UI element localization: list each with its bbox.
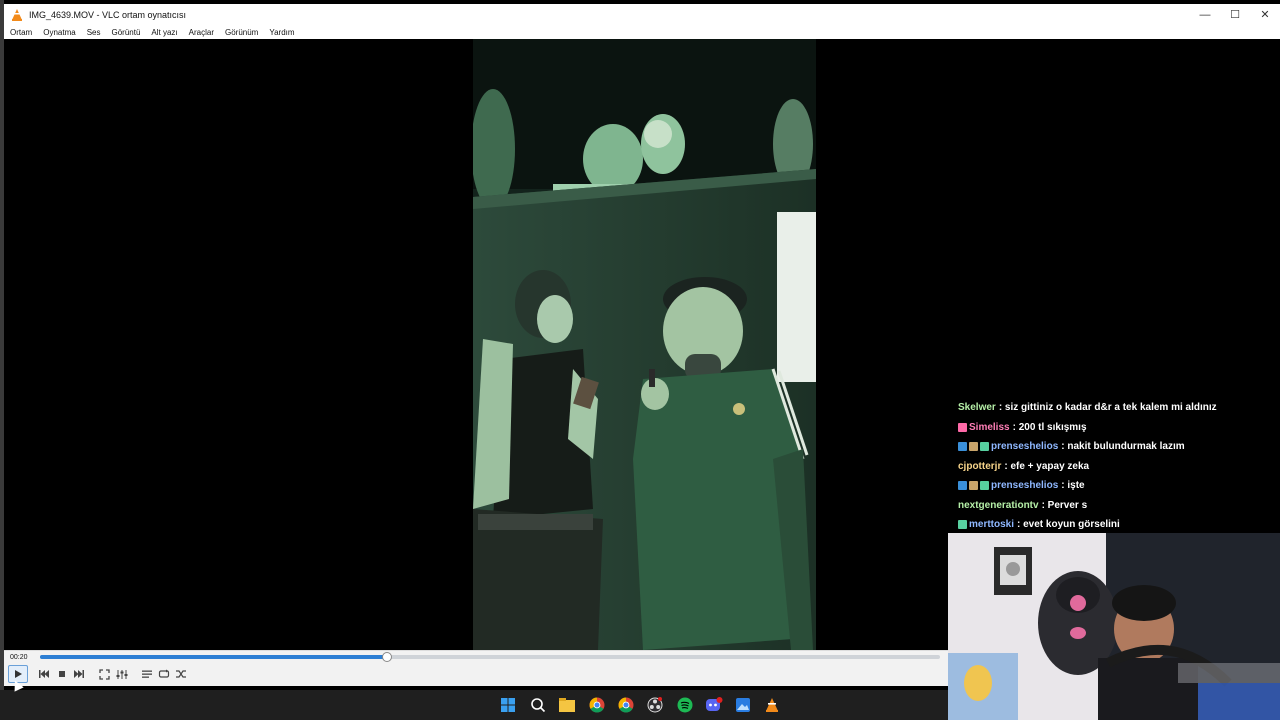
chat-text: : siz gittiniz o kadar d&r a tek kalem m… [998,402,1217,414]
chat-text: : 200 tl sıkışmış [1012,421,1087,433]
loop-button[interactable] [156,666,172,682]
chrome-icon-2[interactable] [617,696,635,714]
chat-badge-icon [980,442,989,452]
chrome-icon[interactable] [588,696,606,714]
search-icon[interactable] [529,696,547,714]
playlist-button[interactable] [139,666,155,682]
next-button[interactable] [71,666,87,682]
menu-ortam[interactable]: Ortam [10,28,32,37]
shuffle-button[interactable] [173,666,189,682]
chat-username[interactable]: cjpotterjr [958,461,1001,472]
chat-text: : evet koyun görselini [1017,519,1120,531]
playlist-icon [142,670,152,678]
chat-badge-icon [958,481,967,491]
seek-handle[interactable] [381,652,392,662]
chat-message: prenseshelios: nakit bulundurmak lazım [958,437,1278,457]
screen: IMG_4639.MOV - VLC ortam oynatıcısı — ☐ … [0,0,1280,720]
chat-message: merttoski: evet koyun görselini [958,515,1278,535]
chat-text: : efe + yapay zeka [1004,460,1090,472]
title-bar: IMG_4639.MOV - VLC ortam oynatıcısı — ☐ … [4,4,1280,25]
chat-text: : nakit bulundurmak lazım [1061,441,1185,453]
elapsed-time: 00:20 [10,654,28,661]
minimize-button[interactable]: — [1190,4,1220,25]
chat-message: Skelwer: siz gittiniz o kadar d&r a tek … [958,398,1278,418]
chat-text: : işte [1061,480,1085,492]
extended-settings-button[interactable] [114,666,130,682]
play-icon [15,670,22,678]
photos-icon[interactable] [734,696,752,714]
maximize-button[interactable]: ☐ [1220,4,1250,25]
chat-badge-icon [958,520,967,530]
extended-settings-icon [116,669,128,679]
menu-goruntu[interactable]: Görüntü [112,28,141,37]
close-button[interactable]: ✕ [1250,4,1280,25]
vlc-taskbar-icon[interactable] [763,696,781,714]
previous-icon [39,670,49,678]
obs-icon[interactable] [646,696,664,714]
video-frame[interactable] [473,39,816,650]
seek-bar[interactable] [40,652,940,662]
stream-chat: Skelwer: siz gittiniz o kadar d&r a tek … [958,398,1278,535]
discord-icon[interactable] [705,696,723,714]
fullscreen-icon [98,668,110,680]
windows-start-icon[interactable] [499,696,517,714]
previous-button[interactable] [36,666,52,682]
menu-alt-yazi[interactable]: Alt yazı [151,28,177,37]
seek-progress [40,655,387,659]
webcam-image [948,533,1280,720]
spotify-icon[interactable] [676,696,694,714]
chat-username[interactable]: merttoski [969,519,1014,530]
chat-message: Simeliss: 200 tl sıkışmış [958,418,1278,438]
loop-icon [158,669,170,678]
chat-message: cjpotterjr: efe + yapay zeka [958,457,1278,477]
vlc-icon [12,8,22,21]
player-controls: 00:20 [4,650,948,686]
menu-oynatma[interactable]: Oynatma [43,28,75,37]
chat-username[interactable]: Skelwer [958,402,996,413]
chat-text: : Perver s [1041,499,1088,511]
chat-username[interactable]: Simeliss [969,422,1010,433]
menu-gorunum[interactable]: Görünüm [225,28,258,37]
menu-ses[interactable]: Ses [87,28,101,37]
shuffle-icon [176,670,186,678]
stop-button[interactable] [54,666,70,682]
window-title: IMG_4639.MOV - VLC ortam oynatıcısı [29,9,187,20]
chat-badge-icon [969,481,978,491]
video-frame-image [473,39,816,650]
chat-username[interactable]: prenseshelios [991,441,1058,452]
chat-username[interactable]: nextgenerationtv [958,500,1039,511]
menu-bar: Ortam Oynatma Ses Görüntü Alt yazı Araçl… [4,25,1280,39]
fullscreen-button[interactable] [96,666,112,682]
chat-username[interactable]: prenseshelios [991,480,1058,491]
chat-badge-icon [980,481,989,491]
next-icon [74,670,84,678]
chat-badge-icon [958,442,967,452]
webcam-overlay [948,533,1280,720]
file-explorer-icon[interactable] [558,696,576,714]
chat-message: prenseshelios: işte [958,476,1278,496]
menu-yardim[interactable]: Yardım [269,28,294,37]
chat-badge-icon [969,442,978,452]
chat-message: nextgenerationtv: Perver s [958,496,1278,516]
stop-icon [59,671,65,677]
menu-araclar[interactable]: Araçlar [189,28,214,37]
chat-badge-icon [958,422,967,432]
taskbar [0,690,948,720]
